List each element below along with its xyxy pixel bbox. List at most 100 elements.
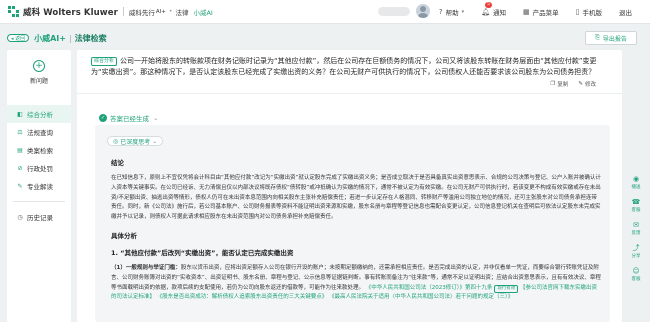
question-actions: ❐ 复制 ✎ 修改 xyxy=(550,80,596,88)
export-report-button[interactable]: ⎘ 导出报告 xyxy=(585,31,637,45)
page-subtitle: 法律检索 xyxy=(74,33,107,43)
conclusion-heading: 结论 xyxy=(111,159,124,167)
sub-header: ◂ 返回 小威AI+ | 法律检索 ⎘ 导出报告 xyxy=(0,30,650,46)
logout-label: 退出 xyxy=(619,9,632,17)
notify-button[interactable]: 🔔︎ 5 通知 xyxy=(481,2,506,17)
conclusion-text: 在已知信息下，原则上不宜仅凭将会计科目由“其他应付款”改记为“实缴出资”就认定股… xyxy=(111,175,601,221)
analysis-icon: ◧ xyxy=(17,110,23,118)
rail-broadcast[interactable]: ◉ 播送 xyxy=(626,175,646,190)
logout-button[interactable]: 退出 xyxy=(619,7,632,17)
rail-share[interactable]: ⤴︎ 分享 xyxy=(626,244,646,259)
search-pill[interactable] xyxy=(378,7,410,16)
sidebar-item-label: 历史记录 xyxy=(27,214,53,222)
chevron-down-icon: ⌄ xyxy=(153,114,159,122)
bell-icon: 🔔︎ xyxy=(481,8,491,16)
main-panel: 综合分析 公司一开始将股东的转账款项在财务记账时记录为“其他应付款”，然后在公司存… xyxy=(77,50,622,322)
sidebar-item-case[interactable]: ▤ 类案检索 xyxy=(7,141,71,159)
new-question-button[interactable]: + 新问题 xyxy=(7,50,71,85)
product-name[interactable]: 威科先行 xyxy=(129,7,155,17)
export-icon: ⎘ xyxy=(595,34,600,41)
user-avatar[interactable] xyxy=(416,4,430,18)
citation-link[interactable]: 《最高人民法院关于适用〈中华人民共和国公司法〉若干问题的规定（三）》 xyxy=(329,294,513,300)
thinking-label: 已深度思考 xyxy=(120,138,151,146)
rail-chat[interactable]: ☺︎ 客服 xyxy=(626,267,646,282)
mobile-icon: ▯ xyxy=(575,8,580,16)
grid-icon: ▦ xyxy=(523,8,530,16)
product-suffix: AI+ xyxy=(155,8,166,15)
edit-button[interactable]: ✎ 修改 xyxy=(578,80,596,88)
brand-logo[interactable]: 威科 Wolters Kluwer xyxy=(8,6,118,18)
rail-label: 反馈 xyxy=(631,231,641,236)
help-menu[interactable]: ? 帮助 ▾ xyxy=(439,7,464,17)
sidebar-item-penalty[interactable]: ⊘ 行政处罚 xyxy=(7,159,71,177)
sidebar-item-interpret[interactable]: ✎ 专业解读 xyxy=(7,177,71,195)
rail-label: 播送 xyxy=(631,185,641,190)
mobile-button[interactable]: ▯ 手机版 xyxy=(576,7,602,17)
sidebar-item-law[interactable]: ⚖︎ 法规查询 xyxy=(7,123,71,141)
sidebar-item-label: 综合分析 xyxy=(27,111,53,119)
top-navbar: 威科 Wolters Kluwer 威科先行 AI+ • 法律 小威AI ? 帮… xyxy=(0,0,650,24)
copy-button[interactable]: ❐ 复制 xyxy=(550,80,568,88)
detail-paragraph: （1）一般规则与举证门槛：股东以货币出资，应将出资足额存入公司在银行开设的账户；… xyxy=(111,264,601,303)
citation-link[interactable]: 《中华人民共和国公司法（2023修订）》第四十九条 xyxy=(366,285,493,291)
law-status-tag: 现行有效 xyxy=(494,284,519,293)
edit-label: 修改 xyxy=(584,82,596,88)
check-circle-icon: ✓ xyxy=(99,114,107,122)
chevron-down-icon: ▾ xyxy=(461,9,465,15)
rail-feedback[interactable]: ✉︎ 反馈 xyxy=(626,221,646,236)
service-icon: ☎︎ xyxy=(631,198,641,206)
help-icon: ? xyxy=(438,8,443,16)
copy-icon: ❐ xyxy=(550,81,556,87)
law-icon: ⚖︎ xyxy=(17,128,23,136)
answer-status[interactable]: ✓ 答案已经生成 ⌄ xyxy=(99,113,158,123)
export-label: 导出报告 xyxy=(602,35,627,43)
sidebar-item-history[interactable]: ◷ 历史记录 xyxy=(7,208,71,226)
wolters-kluwer-logo-icon xyxy=(8,6,20,17)
right-rail: ◉ 播送 ☎︎ 客服 ✉︎ 反馈 ⤴︎ 分享 ☺︎ 客服 xyxy=(626,175,646,290)
new-question-label: 新问题 xyxy=(29,78,48,85)
answer-card: ◎ 已深度思考 ⌄ 结论 在已知信息下，原则上不宜仅凭将会计科目由“其他应付款”… xyxy=(95,125,610,322)
thinking-toggle[interactable]: ◎ 已深度思考 ⌄ xyxy=(107,136,164,146)
check-circle-outline-icon: ◎ xyxy=(113,137,119,145)
mobile-label: 手机版 xyxy=(582,9,603,17)
nav-dot: • xyxy=(168,8,173,15)
sidebar-item-label: 法规查询 xyxy=(27,129,53,137)
page-title: 小威AI+ xyxy=(34,33,66,43)
help-label: 帮助 xyxy=(445,9,459,17)
sidebar-item-label: 行政处罚 xyxy=(27,165,53,173)
divider xyxy=(77,93,622,94)
detail-heading: 具体分析 xyxy=(111,231,137,240)
plus-icon: + xyxy=(33,60,45,72)
citation-link[interactable]: 《股东是否出资成功：解析债权人追索股东出资责任的三大关键要点》 xyxy=(157,294,328,300)
products-menu[interactable]: ▦ 产品菜单 xyxy=(523,7,559,17)
sidebar-item-label: 类案检索 xyxy=(27,147,53,155)
feature-list: ◧ 综合分析 ⚖︎ 法规查询 ▤ 类案检索 ⊘ 行政处罚 ✎ 专业解读 ◷ 历史… xyxy=(7,105,71,226)
case-icon: ▤ xyxy=(17,146,23,154)
feedback-icon: ✉︎ xyxy=(633,221,639,229)
question-text: 综合分析 公司一开始将股东的转账款项在财务记账时记录为“其他应付款”，然后在公司存… xyxy=(91,56,611,78)
nav-divider xyxy=(122,7,124,16)
share-icon: ⤴︎ xyxy=(632,244,640,252)
edit-icon: ✎ xyxy=(578,81,583,87)
products-label: 产品菜单 xyxy=(532,9,559,17)
chevron-down-icon: ⌄ xyxy=(152,137,158,145)
back-button[interactable]: ◂ 返回 xyxy=(7,34,30,42)
para-label: （1）一般规则与举证门槛： xyxy=(111,264,181,271)
title-divider: | xyxy=(68,33,72,43)
chat-icon: ☺︎ xyxy=(632,267,640,275)
sidebar-divider xyxy=(13,201,65,202)
rail-service[interactable]: ☎︎ 客服 xyxy=(626,198,646,213)
penalty-icon: ⊘ xyxy=(17,164,23,172)
history-icon: ◷ xyxy=(17,213,23,221)
section-name[interactable]: 法律 xyxy=(175,7,188,17)
notify-badge: 5 xyxy=(485,2,492,8)
answer-body: 结论 在已知信息下，原则上不宜仅凭将会计科目由“其他应付款”改记为“实缴出资”就… xyxy=(111,157,601,310)
assistant-name[interactable]: 小威AI xyxy=(193,7,212,17)
rail-label: 分享 xyxy=(631,254,641,259)
answer-status-label: 答案已经生成 xyxy=(110,115,149,123)
copy-label: 复制 xyxy=(557,82,569,88)
brand-name: 威科 Wolters Kluwer xyxy=(23,7,118,18)
sidebar-item-analysis[interactable]: ◧ 综合分析 xyxy=(7,105,71,123)
sidebar-item-label: 专业解读 xyxy=(27,183,53,191)
question-tag: 综合分析 xyxy=(91,57,118,66)
